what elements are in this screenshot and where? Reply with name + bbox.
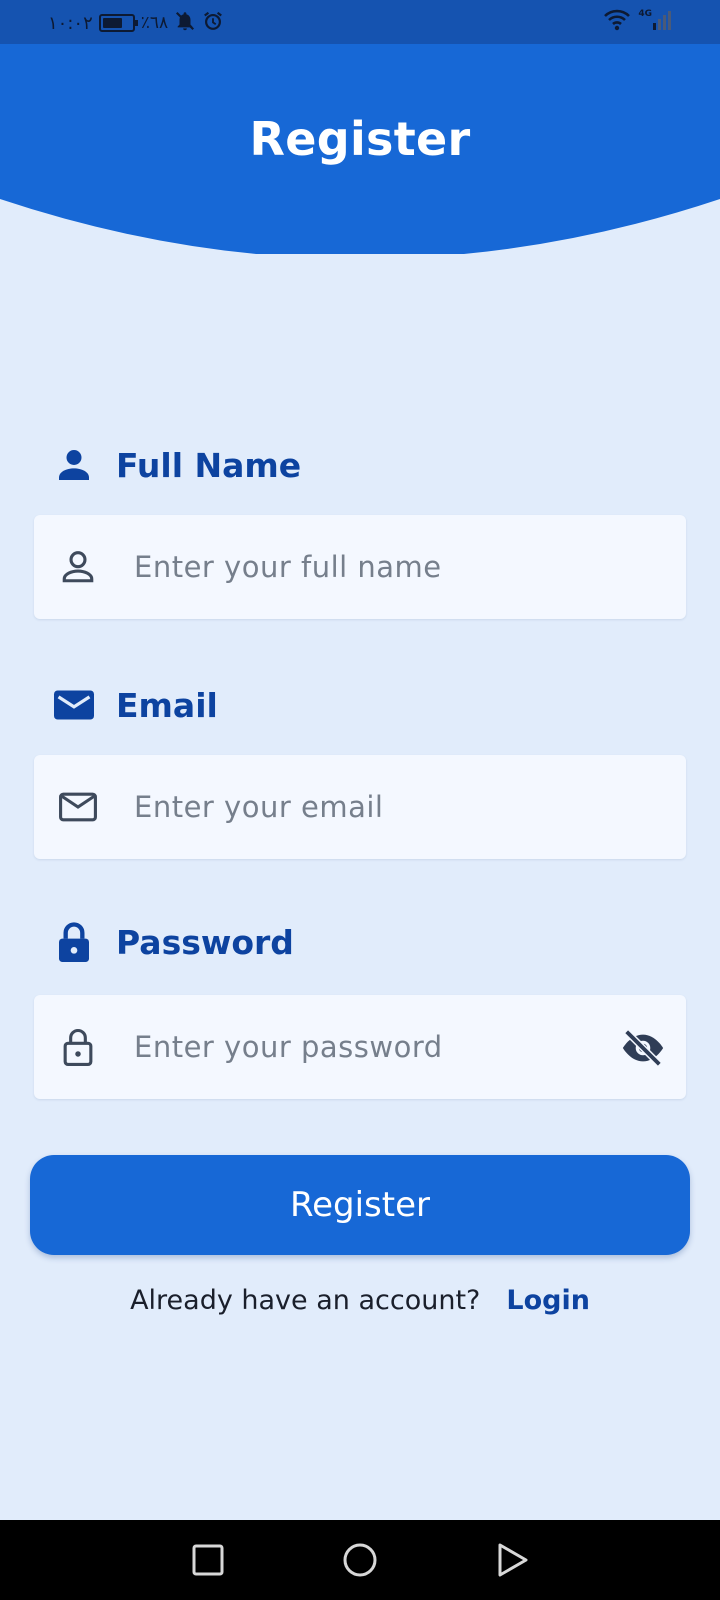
home-circle-icon[interactable]	[338, 1538, 382, 1582]
bell-off-icon	[174, 10, 196, 36]
battery-cap	[134, 20, 138, 26]
password-label-text: Password	[116, 922, 294, 962]
login-link[interactable]: Login	[506, 1285, 590, 1316]
recents-square-icon[interactable]	[186, 1538, 230, 1582]
person-filled-icon	[52, 443, 96, 487]
person-outline-icon	[56, 545, 100, 589]
full-name-label-text: Full Name	[116, 445, 302, 485]
full-name-field[interactable]	[34, 515, 686, 619]
mail-outline-icon	[56, 785, 100, 829]
login-prompt: Already have an account?	[130, 1285, 481, 1316]
login-row: Already have an account? Login	[0, 1285, 720, 1316]
lock-outline-icon	[56, 1025, 100, 1069]
register-button[interactable]: Register	[30, 1155, 690, 1255]
status-left: ١٠:٠٢ ٪٦٨	[48, 10, 224, 36]
alarm-icon	[202, 10, 224, 36]
back-triangle-icon[interactable]	[490, 1538, 534, 1582]
battery-icon	[98, 14, 138, 32]
lock-filled-icon	[52, 920, 96, 964]
network-type: 4G	[638, 9, 652, 19]
page-title: Register	[249, 112, 471, 166]
email-field[interactable]	[34, 755, 686, 859]
mail-filled-icon	[52, 683, 96, 727]
status-right: 4G	[604, 9, 674, 35]
status-bar: ١٠:٠٢ ٪٦٨ 4G	[0, 0, 720, 44]
email-label-text: Email	[116, 685, 218, 725]
header-banner: Register	[0, 44, 720, 254]
wifi-icon	[604, 9, 631, 35]
system-nav-bar	[0, 1520, 720, 1600]
battery-percent: ٪٦٨	[140, 13, 169, 33]
battery-level-fill	[102, 18, 122, 28]
email-label: Email	[52, 683, 218, 727]
password-field[interactable]	[34, 995, 686, 1099]
eye-off-icon[interactable]	[620, 1025, 666, 1071]
register-screen: ١٠:٠٢ ٪٦٨ 4G Register Full Name Enter yo…	[0, 0, 720, 1600]
full-name-input[interactable]	[134, 515, 604, 619]
signal-icon	[652, 9, 674, 35]
password-label: Password	[52, 920, 294, 964]
full-name-label: Full Name	[52, 443, 301, 487]
password-input[interactable]	[134, 995, 604, 1099]
email-input[interactable]	[134, 755, 604, 859]
status-time: ١٠:٠٢	[48, 12, 93, 34]
